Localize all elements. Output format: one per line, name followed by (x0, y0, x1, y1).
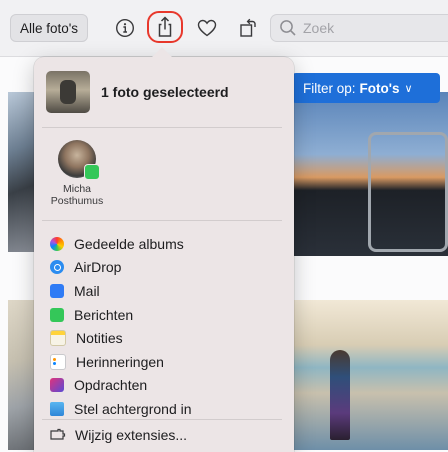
share-item-shortcuts[interactable]: Opdrachten (50, 374, 192, 398)
photo-thumbnail[interactable] (290, 92, 448, 256)
filter-value: Foto's (359, 80, 400, 96)
share-item-label: Opdrachten (74, 377, 148, 394)
divider (42, 127, 282, 128)
share-item-reminders[interactable]: Herinneringen (50, 350, 192, 374)
rotate-icon (240, 18, 256, 37)
contact-name: Micha Posthumus (42, 183, 112, 207)
photo-detail (368, 132, 448, 252)
heart-icon (197, 19, 217, 37)
share-item-messages[interactable]: Berichten (50, 303, 192, 327)
info-icon (115, 18, 135, 38)
selected-photo-thumbnail (46, 71, 90, 113)
selection-title: 1 foto geselecteerd (101, 84, 229, 100)
share-item-airdrop[interactable]: AirDrop (50, 256, 192, 280)
toolbar: Alle foto's (0, 0, 448, 57)
share-item-label: Berichten (74, 306, 134, 323)
share-button[interactable] (147, 11, 183, 43)
selection-header: 1 foto geselecteerd (46, 71, 229, 113)
share-item-label: Herinneringen (76, 353, 164, 370)
info-button[interactable] (110, 14, 140, 42)
filter-label: Filter op: (303, 80, 356, 96)
favorite-button[interactable] (192, 14, 222, 42)
search-icon (280, 20, 296, 36)
share-item-label: Mail (74, 282, 100, 299)
notes-icon (50, 330, 66, 347)
all-photos-button[interactable]: Alle foto's (10, 14, 88, 42)
mail-icon (50, 283, 64, 298)
contact-suggestion[interactable]: Micha Posthumus (50, 140, 104, 207)
photos-icon (50, 236, 64, 251)
divider (42, 419, 282, 420)
filter-button[interactable]: Filter op: Foto's ∨ (292, 73, 440, 103)
share-menu: 1 foto geselecteerd Micha Posthumus Gede… (34, 57, 294, 452)
shortcuts-icon (50, 378, 64, 393)
messages-badge-icon (84, 164, 100, 180)
rotate-button[interactable] (233, 14, 263, 42)
extensions-icon (50, 428, 66, 440)
chevron-down-icon: ∨ (404, 82, 413, 95)
edit-extensions-item[interactable]: Wijzig extensies... (50, 427, 187, 443)
search-input[interactable] (301, 19, 435, 37)
contact-first-name: Micha (62, 183, 91, 195)
share-item-shared-albums[interactable]: Gedeelde albums (50, 232, 192, 256)
share-item-label: Gedeelde albums (74, 235, 184, 252)
wallpaper-icon (50, 401, 64, 416)
share-item-mail[interactable]: Mail (50, 279, 192, 303)
share-item-label: Stel achtergrond in (74, 400, 192, 417)
share-item-label: Notities (76, 330, 123, 347)
avatar (58, 140, 100, 180)
extensions-label: Wijzig extensies... (75, 427, 188, 443)
share-options-list: Gedeelde albums AirDrop Mail Berichten N… (50, 232, 192, 421)
contact-last-name: Posthumus (50, 195, 104, 208)
share-item-notes[interactable]: Notities (50, 326, 192, 350)
share-item-set-wallpaper[interactable]: Stel achtergrond in (50, 397, 192, 421)
photo-thumbnail[interactable] (290, 300, 448, 450)
messages-icon (50, 307, 64, 322)
divider (42, 220, 282, 221)
share-icon (158, 16, 172, 37)
photo-detail (330, 350, 350, 440)
search-field[interactable] (270, 14, 448, 42)
airdrop-icon (50, 260, 64, 275)
reminders-icon (50, 353, 66, 370)
share-item-label: AirDrop (74, 259, 122, 276)
